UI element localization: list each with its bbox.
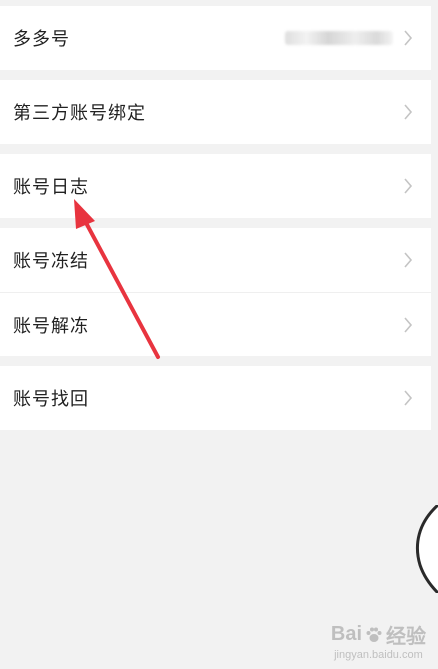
- watermark: Bai 经验 jingyan.baidu.com: [331, 620, 426, 661]
- chevron-right-icon: [404, 104, 413, 120]
- watermark-url: jingyan.baidu.com: [334, 649, 423, 661]
- group-account-log: 账号日志: [0, 154, 431, 218]
- setting-item-account-freeze[interactable]: 账号冻结: [0, 228, 431, 292]
- setting-item-third-party-binding[interactable]: 第三方账号绑定: [0, 80, 431, 144]
- setting-item-duoduo-id[interactable]: 多多号: [0, 6, 431, 70]
- setting-item-account-unfreeze[interactable]: 账号解冻: [0, 292, 431, 356]
- group-freeze: 账号冻结 账号解冻: [0, 228, 431, 356]
- watermark-brand-suffix: 经验: [386, 626, 426, 648]
- chevron-right-icon: [404, 252, 413, 268]
- group-account-recovery: 账号找回: [0, 366, 431, 430]
- setting-item-label: 账号解冻: [13, 315, 89, 337]
- setting-item-account-log[interactable]: 账号日志: [0, 154, 431, 218]
- watermark-brand-text: Bai: [330, 623, 362, 645]
- group-duoduo-id: 多多号: [0, 6, 431, 70]
- edge-handle-curve: [416, 505, 438, 593]
- paw-icon: [366, 627, 382, 642]
- account-settings-page: 多多号 第三方账号绑定 账号日志 账号冻结 账号解冻 账号找回 Bai 经验 j…: [0, 0, 438, 669]
- watermark-brand: Bai 经验: [331, 620, 426, 649]
- setting-item-label: 第三方账号绑定: [13, 103, 146, 124]
- setting-item-label: 账号找回: [13, 389, 89, 410]
- setting-item-label: 多多号: [13, 29, 70, 50]
- blurred-id-value: [285, 31, 393, 45]
- group-third-party: 第三方账号绑定: [0, 80, 431, 144]
- setting-item-label: 账号日志: [13, 177, 89, 198]
- chevron-right-icon: [404, 390, 413, 406]
- chevron-right-icon: [404, 30, 413, 46]
- setting-item-label: 账号冻结: [13, 251, 89, 272]
- chevron-right-icon: [404, 316, 413, 333]
- setting-item-account-recovery[interactable]: 账号找回: [0, 366, 431, 430]
- chevron-right-icon: [404, 178, 413, 194]
